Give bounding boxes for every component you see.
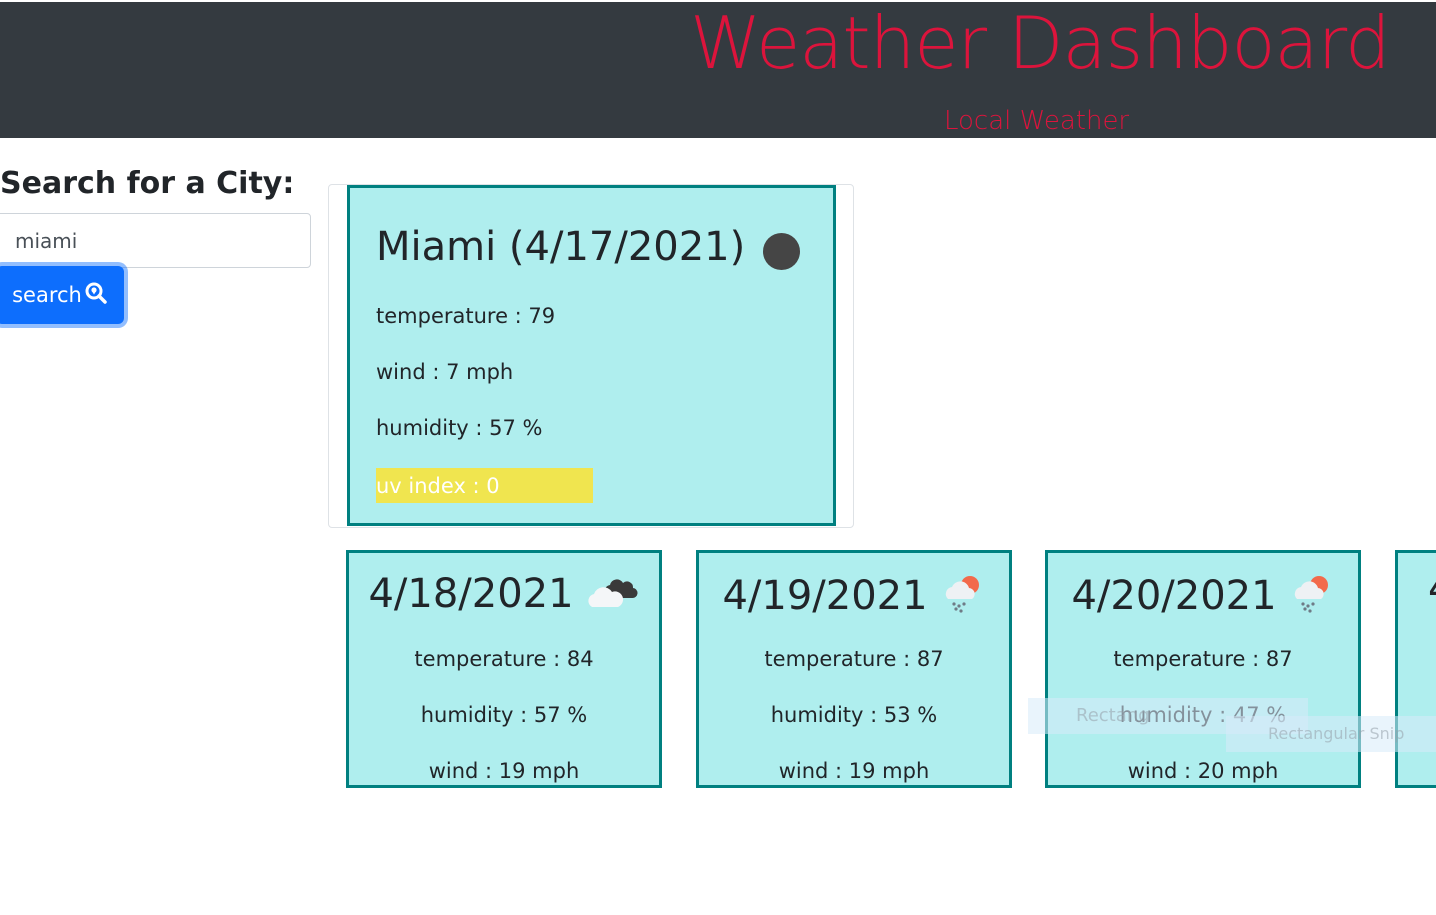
sun-rain-cloud-icon [942, 571, 986, 626]
current-weather-card: Miami (4/17/2021) temperature : 79 wind … [347, 185, 836, 526]
snip-overlay: Rectangular Snip [1226, 716, 1436, 752]
forecast-temperature: temperature : 84 [414, 647, 594, 671]
forecast-humidity: humidity : 53 % [770, 703, 938, 727]
search-button-label: search [12, 283, 82, 307]
current-temperature: temperature : 79 [376, 304, 556, 328]
header-bar: Weather Dashboard Local Weather [0, 0, 1436, 138]
forecast-wind: wind : 20 mph [1127, 759, 1279, 783]
sun-rain-cloud-icon [1291, 571, 1335, 626]
forecast-date: 4/20/2021 [1071, 572, 1277, 619]
uv-index-badge: uv index : 0 [376, 468, 593, 503]
current-city-title: Miami (4/17/2021) [376, 222, 801, 272]
city-search-input[interactable] [0, 213, 311, 268]
forecast-temperature: temperature : 87 [1113, 647, 1293, 671]
page-subtitle: Local Weather [944, 106, 1130, 136]
forecast-card: 4 [1395, 550, 1436, 788]
current-wind: wind : 7 mph [376, 360, 514, 384]
clouds-icon [584, 571, 640, 622]
search-label: Search for a City: [0, 166, 295, 201]
page-title: Weather Dashboard [690, 1, 1391, 85]
weather-dot-icon [763, 232, 801, 270]
forecast-humidity: humidity : 57 % [420, 703, 588, 727]
forecast-date-row: 4/20/2021 [1048, 565, 1358, 626]
forecast-date-row: 4/19/2021 [699, 565, 1009, 626]
search-location-icon [84, 281, 108, 310]
forecast-date: 4/18/2021 [368, 570, 574, 617]
forecast-card: 4/19/2021 temperature : 87 humidity : 53… [696, 550, 1012, 788]
current-city-date: Miami (4/17/2021) [376, 224, 746, 270]
forecast-card: 4/18/2021 temperature : 84 humidity : 57… [346, 550, 662, 788]
forecast-date: 4 [1428, 565, 1436, 613]
forecast-date-row: 4/18/2021 [349, 565, 659, 622]
current-humidity: humidity : 57 % [376, 416, 543, 440]
forecast-wind: wind : 19 mph [778, 759, 930, 783]
forecast-date: 4/19/2021 [722, 572, 928, 619]
forecast-wind: wind : 19 mph [428, 759, 580, 783]
forecast-date-row: 4 [1398, 565, 1436, 613]
forecast-temperature: temperature : 87 [764, 647, 944, 671]
forecast-card: 4/20/2021 temperature : 87 humidity : 47… [1045, 550, 1361, 788]
search-button[interactable]: search [0, 266, 124, 324]
